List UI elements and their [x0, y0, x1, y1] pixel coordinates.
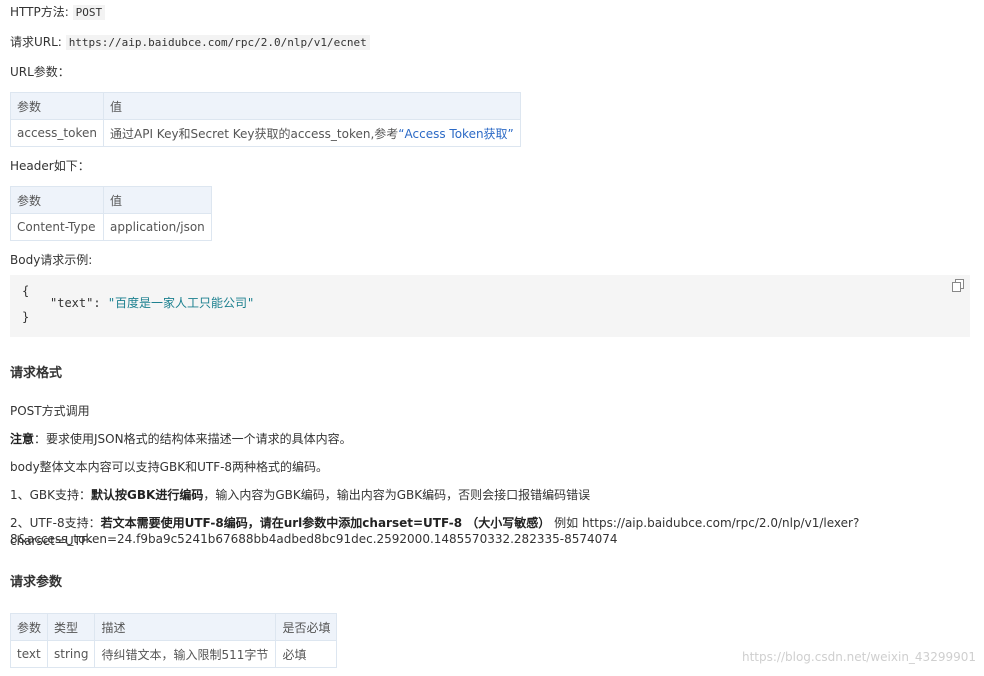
table-header-row: 参数 值 — [10, 92, 521, 120]
table-header-cell: 参数 — [10, 92, 104, 120]
access-token-description: 通过API Key和Secret Key获取的access_token,参考 — [110, 126, 399, 141]
utf8-prefix: 2、UTF-8支持： — [10, 516, 101, 530]
body-example-title: Body请求示例: — [10, 253, 93, 267]
access-token-link[interactable]: “Access Token获取” — [398, 127, 513, 141]
table-header-cell: 参数 — [10, 186, 104, 214]
request-format-heading: 请求格式 — [10, 366, 63, 381]
encoding-text: body整体文本内容可以支持GBK和UTF-8两种格式的编码。 — [10, 460, 329, 474]
url-params-table: 参数 值 access_token 通过API Key和Secret Key获取… — [10, 92, 521, 147]
table-row: access_token 通过API Key和Secret Key获取的acce… — [10, 119, 521, 147]
table-header-cell: 值 — [103, 186, 212, 214]
table-row: text string 待纠错文本，输入限制511字节 必填 — [9, 640, 338, 668]
table-cell: text — [9, 640, 49, 668]
utf8-bold-text: 若文本需要使用UTF-8编码，请在url参数中添加charset=UTF-8 （… — [100, 516, 551, 530]
gbk-suffix: ，输入内容为GBK编码，输出内容为GBK编码，否则会接口报错编码错误 — [203, 488, 591, 502]
table-row: Content-Type application/json — [10, 213, 212, 241]
code-block: { "text": "百度是一家人工只能公司" } — [10, 275, 970, 337]
table-header-cell: 描述 — [94, 613, 277, 641]
table-cell: string — [47, 640, 96, 668]
header-params-table: 参数 值 Content-Type application/json — [10, 186, 212, 241]
request-url-value: https://aip.baidubce.com/rpc/2.0/nlp/v1/… — [65, 35, 370, 50]
table-header-row: 参数 类型 描述 是否必填 — [9, 613, 338, 641]
note-label: 注意 — [10, 432, 35, 446]
code-value: "百度是一家人工只能公司" — [107, 296, 255, 310]
request-params-table: 参数 类型 描述 是否必填 text string 待纠错文本，输入限制511字… — [9, 613, 338, 668]
code-line-text: "text": "百度是一家人工只能公司" — [50, 296, 254, 311]
table-header-cell: 类型 — [47, 613, 96, 641]
code-close-brace: } — [22, 310, 30, 324]
watermark: https://blog.csdn.net/weixin_43299901 — [741, 650, 976, 664]
table-header-cell: 是否必填 — [275, 613, 338, 641]
request-params-heading: 请求参数 — [10, 575, 63, 590]
utf8-example-line2: 8&access_token=24.f9ba9c5241b67688bb4adb… — [10, 532, 618, 546]
table-header-cell: 参数 — [9, 613, 49, 641]
table-header-cell: 值 — [103, 92, 521, 120]
code-colon: : — [93, 296, 108, 310]
table-cell: 通过API Key和Secret Key获取的access_token,参考“A… — [103, 119, 521, 147]
table-cell: Content-Type — [10, 213, 104, 241]
http-method-label: HTTP方法: — [10, 5, 69, 19]
header-params-title: Header如下： — [10, 159, 90, 173]
note-line: 注意：要求使用JSON格式的结构体来描述一个请求的具体内容。 — [10, 430, 352, 448]
table-header-row: 参数 值 — [10, 186, 212, 214]
note-text: ：要求使用JSON格式的结构体来描述一个请求的具体内容。 — [34, 432, 352, 446]
url-params-title: URL参数： — [10, 65, 70, 79]
request-url-label: 请求URL: — [10, 35, 62, 49]
table-cell: application/json — [103, 213, 212, 241]
table-cell: access_token — [10, 119, 104, 147]
table-cell: 待纠错文本，输入限制511字节 — [94, 640, 277, 668]
table-cell: 必填 — [275, 640, 338, 668]
http-method-value: POST — [72, 5, 106, 20]
code-key: "text" — [50, 296, 94, 310]
copy-icon[interactable] — [952, 279, 964, 292]
gbk-support-line: 1、GBK支持：默认按GBK进行编码，输入内容为GBK编码，输出内容为GBK编码… — [10, 486, 590, 504]
post-call-text: POST方式调用 — [10, 404, 90, 418]
gbk-bold-text: 默认按GBK进行编码 — [91, 488, 204, 502]
request-url-line: 请求URL: https://aip.baidubce.com/rpc/2.0/… — [10, 33, 370, 52]
http-method-line: HTTP方法: POST — [10, 3, 106, 22]
code-open-brace: { — [22, 284, 30, 298]
gbk-prefix: 1、GBK支持： — [10, 488, 92, 502]
